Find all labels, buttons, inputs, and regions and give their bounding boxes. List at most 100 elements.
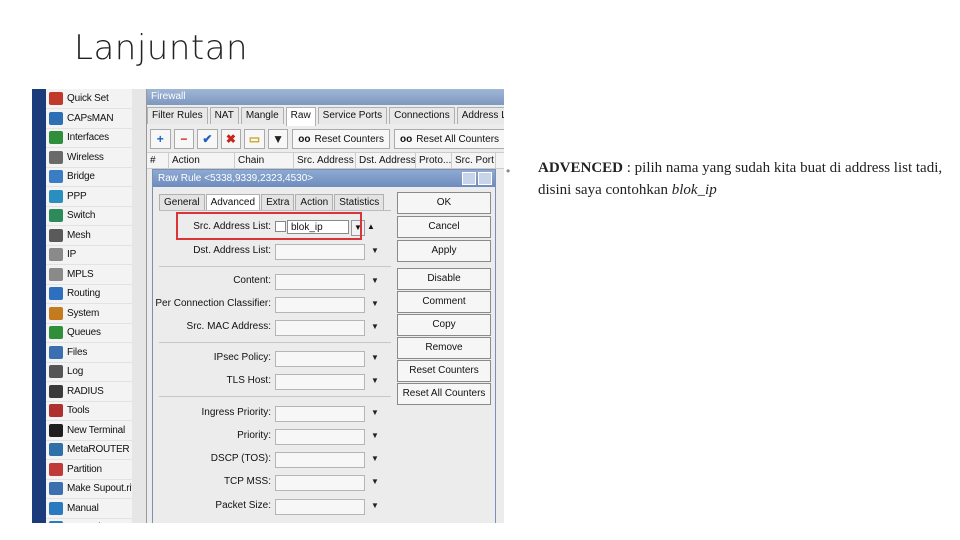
comment-button[interactable]: Comment <box>397 291 491 313</box>
reset-counters-button[interactable]: oo Reset Counters <box>292 129 390 149</box>
sidebar-item-wireless[interactable]: Wireless <box>46 148 146 168</box>
sidebar-item-log[interactable]: Log <box>46 362 146 382</box>
packet-size-label: Packet Size: <box>215 500 271 511</box>
column-src-port[interactable]: Src. Port <box>452 153 496 168</box>
tab-advanced[interactable]: Advanced <box>205 194 261 210</box>
src-mac-address-input[interactable] <box>275 320 365 336</box>
sidebar-item-ppp[interactable]: PPP <box>46 187 146 207</box>
sidebar-item-manual[interactable]: Manual <box>46 499 146 519</box>
add-button[interactable]: + <box>150 129 171 149</box>
ok-button[interactable]: OK <box>397 192 491 214</box>
tab-general[interactable]: General <box>159 194 205 210</box>
content-input[interactable] <box>275 274 365 290</box>
column-chain[interactable]: Chain <box>235 153 294 168</box>
ipsec-policy-input[interactable] <box>275 351 365 367</box>
reset-all-counters-button[interactable]: Reset All Counters <box>397 383 491 405</box>
remove-button[interactable]: Remove <box>397 337 491 359</box>
tab-statistics[interactable]: Statistics <box>334 194 385 210</box>
copy-button[interactable]: Copy <box>397 314 491 336</box>
sidebar-item-system[interactable]: System▸ <box>46 304 146 324</box>
sidebar-item-switch[interactable]: Switch <box>46 206 146 226</box>
filter-button[interactable]: ▼ <box>267 129 289 149</box>
sidebar-item-quick-set[interactable]: Quick Set <box>46 89 146 109</box>
disable-button[interactable]: Disable <box>397 268 491 290</box>
tab-connections[interactable]: Connections <box>389 107 455 124</box>
tab-address-lists[interactable]: Address Lists <box>456 107 504 124</box>
ppp-icon <box>49 189 63 203</box>
disable-button[interactable]: ✖ <box>220 129 242 149</box>
ip-icon <box>49 248 63 261</box>
chevron-down-icon[interactable]: ▼ <box>371 408 379 417</box>
tools-icon <box>49 404 63 417</box>
sidebar-item-radius[interactable]: RADIUS <box>46 382 146 402</box>
chevron-down-icon[interactable]: ▼ <box>371 299 379 308</box>
column-dst-address[interactable]: Dst. Address <box>356 153 416 168</box>
column-action[interactable]: Action <box>169 153 235 168</box>
column-protocol[interactable]: Proto... <box>416 153 452 168</box>
tab-service-ports[interactable]: Service Ports <box>317 107 388 124</box>
cancel-button[interactable]: Cancel <box>397 216 491 238</box>
tls-host-input[interactable] <box>275 374 365 390</box>
remove-button[interactable]: − <box>173 129 195 149</box>
sidebar-item-label: Log <box>67 366 84 377</box>
packet-size-input[interactable] <box>275 499 365 515</box>
sidebar-item-ip[interactable]: IP▸ <box>46 245 146 265</box>
chevron-down-icon[interactable]: ▼ <box>371 246 379 255</box>
sidebar-item-files[interactable]: Files <box>46 343 146 363</box>
tcp-mss-input[interactable] <box>275 475 365 491</box>
comment-button[interactable]: ▭ <box>244 129 265 149</box>
tab-nat[interactable]: NAT <box>209 107 239 124</box>
tab-action[interactable]: Action <box>295 194 334 210</box>
chevron-down-icon[interactable]: ▼ <box>371 322 379 331</box>
apply-button[interactable]: Apply <box>397 240 491 262</box>
tab-raw[interactable]: Raw <box>285 107 316 126</box>
sidebar-item-bridge[interactable]: Bridge <box>46 167 146 187</box>
sidebar-item-mesh[interactable]: Mesh <box>46 226 146 246</box>
sidebar-item-capsman[interactable]: CAPsMAN <box>46 109 146 129</box>
close-button[interactable] <box>478 172 492 185</box>
sidebar-item-interfaces[interactable]: Interfaces <box>46 128 146 148</box>
tab-extra[interactable]: Extra <box>261 194 295 210</box>
reset-all-counters-button[interactable]: oo Reset All Counters <box>393 129 504 149</box>
dialog-tabs: General Advanced Extra Action Statistics <box>159 194 385 210</box>
sidebar-item-mpls[interactable]: MPLS▸ <box>46 265 146 285</box>
highlight-box <box>176 212 362 240</box>
sidebar-item-make-supout-rif[interactable]: Make Supout.rif <box>46 479 146 499</box>
tab-mangle[interactable]: Mangle <box>240 107 284 124</box>
per-connection-classifier-input[interactable] <box>275 297 365 313</box>
chevron-down-icon[interactable]: ▼ <box>371 431 379 440</box>
column-number[interactable]: # <box>147 153 169 168</box>
row-per-connection-classifier: Per Connection Classifier: ▼ <box>155 294 391 314</box>
chevron-down-icon[interactable]: ▼ <box>371 353 379 362</box>
sidebar-item-new-terminal[interactable]: New Terminal <box>46 421 146 441</box>
sidebar-item-routing[interactable]: Routing▸ <box>46 284 146 304</box>
collapse-toggle[interactable]: ▲ <box>365 220 377 234</box>
row-tls-host: TLS Host: ▼ <box>159 371 391 391</box>
tab-filter-rules[interactable]: Filter Rules <box>147 107 208 124</box>
priority-input[interactable] <box>275 429 365 445</box>
chevron-down-icon[interactable]: ▼ <box>371 477 379 486</box>
sidebar-item-label: Routing <box>67 288 101 299</box>
sidebar-item-metarouter[interactable]: MetaROUTER <box>46 440 146 460</box>
row-packet-size: Packet Size: ▼ <box>159 496 391 516</box>
sidebar-item-queues[interactable]: Queues <box>46 323 146 343</box>
dscp-input[interactable] <box>275 452 365 468</box>
sidebar-item-partition[interactable]: Partition <box>46 460 146 480</box>
sidebar-item-label: New Terminal <box>67 424 125 436</box>
column-src-address[interactable]: Src. Address <box>294 153 356 168</box>
chevron-down-icon[interactable]: ▼ <box>371 276 379 285</box>
src-mac-address-label: Src. MAC Address: <box>186 321 271 332</box>
divider <box>159 266 391 267</box>
enable-button[interactable]: ✔ <box>197 129 218 149</box>
divider <box>159 396 391 397</box>
sidebar-item-new-winbox[interactable]: New WinBox <box>46 518 146 523</box>
maximize-button[interactable] <box>462 172 476 185</box>
chevron-down-icon[interactable]: ▼ <box>371 501 379 510</box>
reset-counters-button[interactable]: Reset Counters <box>397 360 491 382</box>
dst-address-list-input[interactable] <box>275 244 365 260</box>
sidebar-item-tools[interactable]: Tools▸ <box>46 401 146 421</box>
divider <box>159 342 391 343</box>
chevron-down-icon[interactable]: ▼ <box>371 454 379 463</box>
ingress-priority-input[interactable] <box>275 406 365 422</box>
chevron-down-icon[interactable]: ▼ <box>371 376 379 385</box>
